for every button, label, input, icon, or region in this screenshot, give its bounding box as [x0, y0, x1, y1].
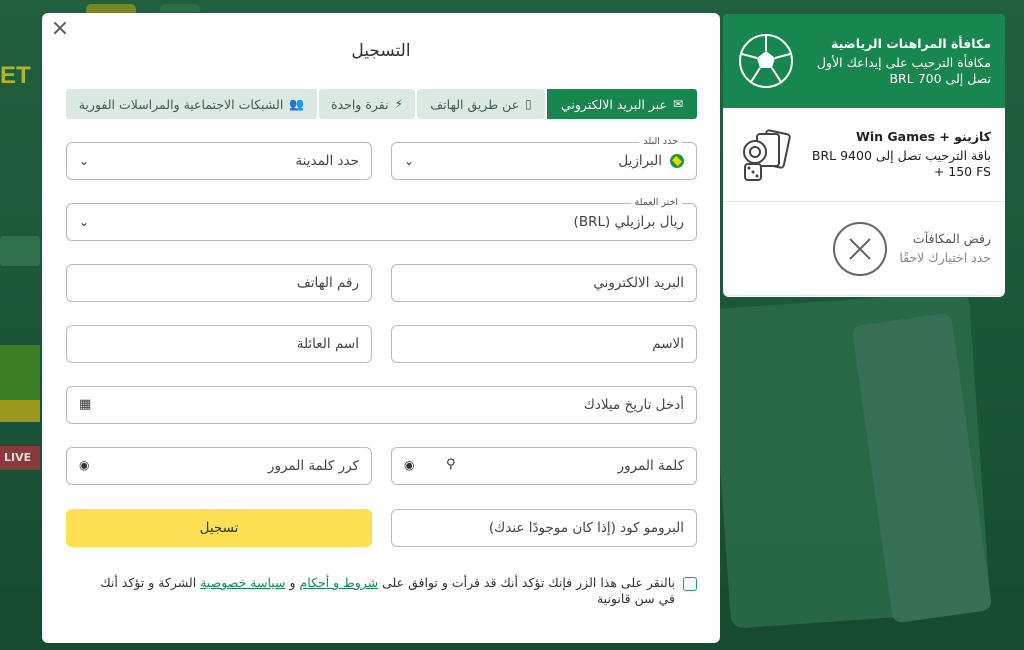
tab-label: عن طريق الهاتف: [430, 96, 520, 112]
users-icon: 👥: [289, 97, 305, 111]
consent-row: بالنقر على هذا الزر فإنك تؤكد أنك قد قرأ…: [82, 575, 697, 607]
modal-title: التسجيل: [351, 41, 411, 61]
close-icon[interactable]: ×: [50, 18, 70, 40]
bonus-texts: مكافأة المراهنات الرياضية مكافأة الترحيب…: [805, 36, 991, 87]
first-name-field[interactable]: الاسم: [391, 325, 697, 363]
eye-slash-icon[interactable]: ◉: [404, 458, 414, 472]
chevron-down-icon: ⌄: [79, 154, 90, 168]
birthdate-placeholder: أدخل تاريخ ميلادك: [583, 397, 684, 413]
tab-one-click[interactable]: ⚡ نقرة واحدة: [319, 89, 415, 119]
phone-placeholder: رقم الهاتف: [296, 275, 359, 291]
bonus-title: كازينو + Win Games: [856, 129, 991, 144]
registration-modal: × التسجيل ✉ عبر البريد الالكتروني ▯ عن ط…: [42, 13, 720, 643]
city-select[interactable]: حدد المدينة ⌄: [66, 142, 372, 180]
background-download-button: [0, 400, 40, 422]
tab-email[interactable]: ✉ عبر البريد الالكتروني: [547, 89, 697, 119]
chevron-down-icon: ⌄: [404, 154, 415, 168]
bonus-texts: رفض المكافآت حدد اختيارك لاحقًا: [899, 231, 991, 266]
registration-method-tabs: ✉ عبر البريد الالكتروني ▯ عن طريق الهاتف…: [66, 89, 697, 119]
last-name-field[interactable]: اسم العائلة: [66, 325, 372, 363]
bonus-description: باقة الترحيب تصل إلى 9400 BRL + 150 FS: [811, 148, 991, 179]
currency-select[interactable]: اختر العملة ريال برازيلي (BRL) ⌄: [66, 197, 697, 241]
bonus-option-casino[interactable]: كازينو + Win Games باقة الترحيب تصل إلى …: [723, 108, 1005, 202]
chevron-down-icon: ⌄: [79, 215, 90, 229]
currency-label: اختر العملة: [630, 197, 682, 208]
repeat-password-placeholder: كرر كلمة المرور: [267, 458, 359, 474]
register-button[interactable]: تسجيل: [66, 509, 372, 547]
privacy-link[interactable]: سياسة خصوصية: [200, 575, 285, 590]
city-placeholder: حدد المدينة: [295, 153, 359, 169]
eye-slash-icon[interactable]: ◉: [79, 458, 89, 472]
promo-code-field[interactable]: البرومو كود (إذا كان موجودًا عندك): [391, 509, 697, 547]
tab-social[interactable]: 👥 الشبكات الاجتماعية والمراسلات الفورية: [66, 89, 317, 119]
first-name-placeholder: الاسم: [652, 336, 684, 352]
background-block: [0, 236, 40, 266]
password-placeholder: كلمة المرور: [617, 458, 684, 474]
consent-checkbox[interactable]: [683, 577, 697, 591]
country-value: البرازيل: [618, 153, 662, 169]
phone-icon: ▯: [525, 97, 532, 111]
tab-label: الشبكات الاجتماعية والمراسلات الفورية: [78, 96, 284, 112]
repeat-password-field[interactable]: كرر كلمة المرور ◉: [66, 447, 372, 485]
tab-label: نقرة واحدة: [331, 96, 389, 112]
background-live-badge: LIVE: [0, 446, 40, 470]
bonus-option-decline[interactable]: رفض المكافآت حدد اختيارك لاحقًا: [723, 202, 1005, 296]
bonus-panel: مكافأة المراهنات الرياضية مكافأة الترحيب…: [723, 14, 1005, 297]
tab-label: عبر البريد الالكتروني: [560, 96, 667, 112]
last-name-placeholder: اسم العائلة: [296, 336, 359, 352]
key-icon[interactable]: ⚲: [446, 457, 456, 472]
brazil-flag-icon: [670, 154, 684, 168]
consent-text-part: بالنقر على هذا الزر فإنك تؤكد أنك قد قرأ…: [378, 575, 675, 590]
tab-phone[interactable]: ▯ عن طريق الهاتف: [417, 89, 545, 119]
country-select[interactable]: حدد البلد البرازيل ⌄: [391, 136, 697, 180]
promo-placeholder: البرومو كود (إذا كان موجودًا عندك): [488, 520, 684, 536]
envelope-icon: ✉: [672, 97, 684, 111]
country-label: حدد البلد: [639, 136, 682, 147]
currency-value: ريال برازيلي (BRL): [573, 214, 684, 230]
casino-cards-dice-icon: [737, 126, 795, 184]
bonus-texts: كازينو + Win Games باقة الترحيب تصل إلى …: [805, 129, 991, 180]
consent-text-part: و: [285, 575, 300, 590]
email-field[interactable]: البريد الالكتروني: [391, 264, 697, 302]
bonus-description: حدد اختيارك لاحقًا: [899, 250, 991, 265]
background-android-banner: [0, 345, 40, 400]
close-circle-icon: [831, 220, 889, 278]
email-placeholder: البريد الالكتروني: [593, 275, 684, 291]
birthdate-field[interactable]: أدخل تاريخ ميلادك ▦: [66, 386, 697, 424]
terms-link[interactable]: شروط و أحكام: [300, 575, 379, 590]
background-logo: ET: [0, 62, 31, 89]
soccer-ball-icon: [737, 32, 795, 90]
bonus-title: مكافأة المراهنات الرياضية: [830, 35, 991, 51]
phone-field[interactable]: رقم الهاتف: [66, 264, 372, 302]
bonus-title: رفض المكافآت: [912, 231, 991, 246]
bolt-icon: ⚡: [394, 97, 404, 111]
password-field[interactable]: كلمة المرور ⚲ ◉: [391, 447, 697, 485]
consent-text: بالنقر على هذا الزر فإنك تؤكد أنك قد قرأ…: [82, 575, 697, 607]
bonus-description: مكافأة الترحيب على إيداعك الأول تصل إلى …: [816, 54, 991, 86]
calendar-icon[interactable]: ▦: [79, 397, 91, 412]
bonus-option-sports[interactable]: مكافأة المراهنات الرياضية مكافأة الترحيب…: [723, 14, 1005, 108]
